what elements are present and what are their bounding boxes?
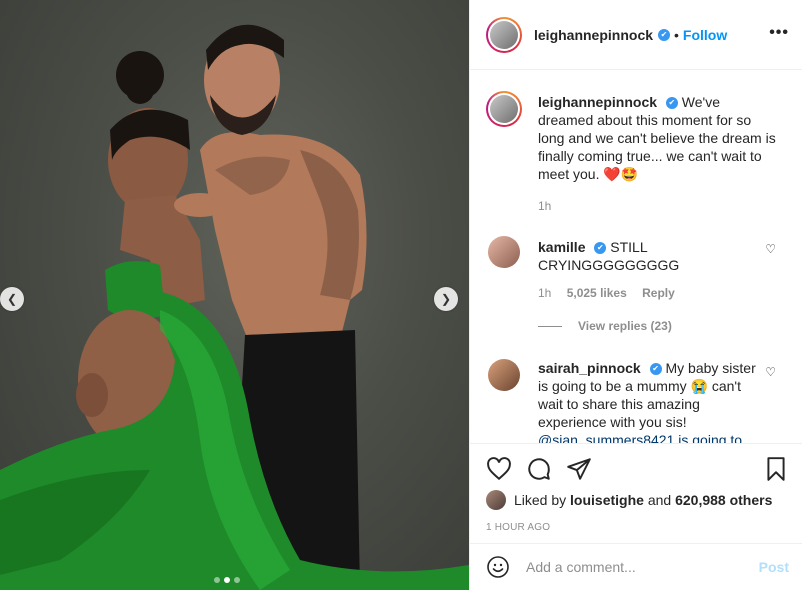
liked-by-others[interactable]: 620,988 others bbox=[675, 492, 772, 508]
carousel-dot bbox=[214, 577, 220, 583]
verified-badge-icon: ✔ bbox=[649, 363, 662, 376]
comment-composer: Post bbox=[470, 543, 802, 590]
comment-meta: 1h 5,025 likes Reply bbox=[538, 284, 758, 302]
comment-avatar[interactable] bbox=[486, 234, 522, 270]
carousel-dot-active bbox=[224, 577, 230, 583]
chevron-right-icon: ❯ bbox=[440, 292, 452, 306]
instagram-post-view: ❮ ❯ leighannepinnock ✔ • Follow ••• leig… bbox=[0, 0, 802, 590]
save-bookmark-icon[interactable] bbox=[763, 456, 789, 482]
comment-mention-link[interactable]: @sian_summers8421 is going to bbox=[538, 431, 758, 443]
liked-by-avatar[interactable] bbox=[486, 490, 506, 510]
comment-body: sairah_pinnock ✔ My baby sister is going… bbox=[538, 359, 758, 443]
like-heart-icon[interactable] bbox=[486, 456, 512, 482]
reply-button[interactable]: Reply bbox=[642, 286, 675, 300]
comments-list[interactable]: leighannepinnock ✔ We've dreamed about t… bbox=[470, 71, 802, 443]
liked-by-user[interactable]: louisetighe bbox=[570, 492, 644, 508]
more-options-icon[interactable]: ••• bbox=[769, 24, 789, 42]
emoji-smiley-icon[interactable] bbox=[486, 555, 510, 579]
share-send-icon[interactable] bbox=[566, 456, 592, 482]
comment-like-heart-icon[interactable]: ♡ bbox=[765, 365, 776, 379]
author-username[interactable]: leighannepinnock bbox=[534, 27, 653, 43]
post-comment-button[interactable]: Post bbox=[759, 559, 789, 575]
comment-input[interactable] bbox=[526, 559, 746, 575]
post-time-ago[interactable]: 1 HOUR AGO bbox=[486, 522, 550, 533]
carousel-prev-button[interactable]: ❮ bbox=[0, 287, 24, 311]
carousel-next-button[interactable]: ❯ bbox=[434, 287, 458, 311]
comment-username[interactable]: sairah_pinnock bbox=[538, 360, 641, 376]
comment-likes[interactable]: 5,025 likes bbox=[567, 286, 627, 300]
caption-username[interactable]: leighannepinnock bbox=[538, 94, 657, 110]
liked-by-prefix: Liked by bbox=[514, 492, 567, 508]
carousel-dot bbox=[234, 577, 240, 583]
post-header: leighannepinnock ✔ • Follow ••• bbox=[470, 0, 802, 70]
verified-badge-icon: ✔ bbox=[594, 242, 607, 255]
comment-like-heart-icon[interactable]: ♡ bbox=[765, 242, 776, 256]
post-side-panel: leighannepinnock ✔ • Follow ••• leighann… bbox=[469, 0, 802, 590]
carousel-indicator bbox=[214, 577, 240, 583]
follow-button[interactable]: Follow bbox=[683, 27, 727, 43]
verified-badge-icon: ✔ bbox=[665, 97, 678, 110]
comment-username[interactable]: kamille bbox=[538, 239, 585, 255]
comment-bubble-icon[interactable] bbox=[526, 456, 552, 482]
verified-badge-icon: ✔ bbox=[658, 28, 671, 41]
liked-by-and: and bbox=[647, 492, 672, 508]
post-actions: Liked by louisetighe and 620,988 others … bbox=[470, 443, 802, 543]
caption-row: leighannepinnock ✔ We've dreamed about t… bbox=[486, 91, 786, 221]
caption-avatar[interactable] bbox=[486, 91, 522, 127]
chevron-left-icon: ❮ bbox=[6, 292, 18, 306]
post-photo[interactable]: ❮ ❯ bbox=[0, 0, 469, 590]
comment-body: kamille ✔ STILL CRYINGGGGGGGGG 1h 5,025 … bbox=[538, 238, 758, 302]
liked-by-summary: Liked by louisetighe and 620,988 others bbox=[486, 490, 772, 510]
comment-row: sairah_pinnock ✔ My baby sister is going… bbox=[486, 357, 786, 443]
caption-body: leighannepinnock ✔ We've dreamed about t… bbox=[538, 93, 778, 215]
header-separator: • bbox=[674, 26, 679, 43]
view-replies-button[interactable]: View replies (23) bbox=[538, 319, 672, 333]
caption-time: 1h bbox=[538, 199, 552, 213]
caption-emojis: ❤️🤩 bbox=[603, 166, 639, 182]
author-avatar[interactable] bbox=[486, 16, 522, 53]
comment-avatar[interactable] bbox=[486, 357, 522, 393]
comment-time: 1h bbox=[538, 286, 552, 300]
photo-illustration bbox=[0, 24, 469, 590]
